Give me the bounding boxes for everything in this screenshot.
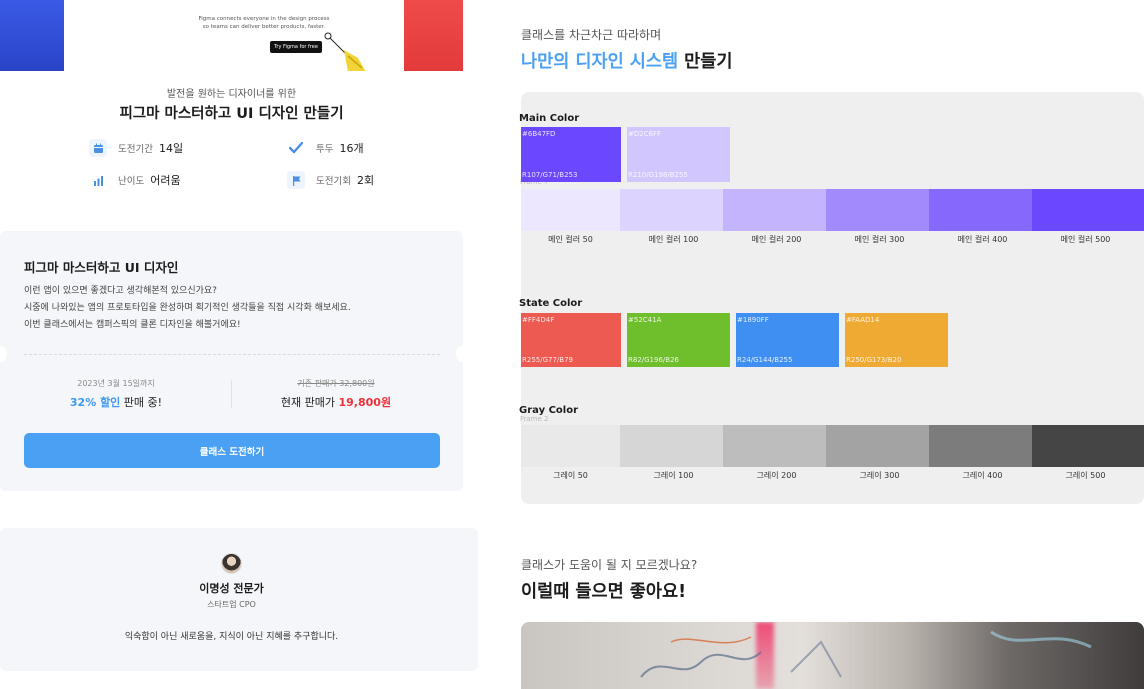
main-tone-label: 메인 컬러 400 — [957, 235, 1008, 244]
calendar-icon — [89, 139, 107, 157]
main-tone-swatch — [723, 189, 826, 231]
meta-label: 난이도 — [118, 176, 145, 187]
main-color-title: Main Color — [519, 113, 580, 124]
try-figma-button[interactable]: Try Figma for free — [270, 41, 322, 53]
course-description-line: 시중에 나와있는 앱의 프로토타입을 완성하며 획기적인 생각들을 직접 시각화… — [24, 303, 351, 313]
swatch-hex: #1890FF — [737, 316, 769, 324]
frame-label: Frame 2 — [520, 415, 549, 423]
discount-text: 32% 할인 판매 중! — [24, 394, 208, 410]
meta-label: 투두 — [316, 144, 334, 155]
discount-percent: 32% 할인 — [69, 396, 121, 409]
swatch-rgb: R255/G77/B79 — [522, 356, 573, 364]
pen-tool-icon — [324, 32, 366, 71]
state-color-title: State Color — [519, 298, 583, 309]
main-tone-label: 메인 컬러 200 — [751, 235, 802, 244]
state-swatch-info: #1890FF R24/G144/B255 — [736, 313, 839, 367]
hero-right-panel — [404, 0, 463, 71]
state-swatch-error: #FF4D4F R255/G77/B79 — [521, 313, 621, 367]
bar-chart-icon — [89, 171, 107, 189]
current-price: 현재 판매가 19,800원 — [232, 394, 440, 410]
avatar[interactable] — [221, 553, 242, 574]
swatch-hex: #FF4D4F — [522, 316, 555, 324]
gray-tone-swatch — [1032, 425, 1144, 467]
course-title: 피그마 마스터하고 UI 디자인 — [24, 260, 179, 275]
swatch-rgb: R82/G196/B26 — [628, 356, 679, 364]
gray-tone-label: 그레이 300 — [859, 471, 900, 480]
hero-subtitle-line: Figma connects everyone in the design pr… — [198, 16, 330, 22]
intro-title: 피그마 마스터하고 UI 디자인 만들기 — [119, 106, 344, 122]
flag-icon — [287, 171, 305, 189]
hero-center-panel: Figma connects everyone in the design pr… — [64, 0, 404, 71]
current-price-prefix: 현재 판매가 — [280, 396, 339, 409]
whiteboard-photo — [521, 622, 1144, 689]
gray-tone-swatch — [826, 425, 929, 467]
ticket-divider — [24, 354, 440, 355]
state-swatch-success: #52C41A R82/G196/B26 — [627, 313, 730, 367]
expert-role: 스타트업 CPO — [207, 600, 256, 609]
main-tone-label: 메인 컬러 500 — [1060, 235, 1111, 244]
main-tone-swatch — [521, 189, 620, 231]
main-swatch-secondary: #D2C6FF R210/G198/B255 — [627, 127, 730, 182]
expert-quote: 익숙함이 아닌 새로움을, 지식이 아닌 지혜를 추구합니다. — [124, 632, 339, 642]
swatch-rgb: R24/G144/B255 — [737, 356, 793, 364]
meta-chances: 도전기회 2회 — [287, 171, 374, 189]
meta-label: 도전기간 — [118, 144, 153, 155]
expert-name: 이명성 전문가 — [199, 582, 264, 595]
meta-value: 2회 — [356, 174, 375, 187]
hero-left-panel — [0, 0, 64, 71]
course-description-line: 이런 앱이 있으면 좋겠다고 생각해본적 있으신가요? — [24, 286, 217, 296]
gray-tone-swatch — [521, 425, 620, 467]
check-icon — [287, 139, 305, 157]
main-tone-swatch — [620, 189, 723, 231]
meta-value: 14일 — [158, 142, 184, 155]
gray-tone-swatch — [723, 425, 826, 467]
swatch-rgb: R210/G198/B255 — [628, 171, 688, 179]
gray-tone-label: 그레이 200 — [756, 471, 797, 480]
meta-value: 16개 — [339, 142, 364, 155]
gray-tone-label: 그레이 400 — [962, 471, 1003, 480]
design-system-title-highlight: 나만의 디자인 시스템 — [521, 52, 679, 72]
gray-tone-label: 그레이 100 — [653, 471, 694, 480]
current-price-value: 19,800원 — [338, 396, 392, 409]
sale-deadline: 2023년 3월 15일까지 — [77, 379, 155, 388]
main-tone-swatch — [1032, 189, 1144, 231]
help-eyebrow: 클래스가 도움이 될 지 모르겠나요? — [521, 558, 698, 572]
gray-tone-swatch — [620, 425, 723, 467]
swatch-hex: #6B47FD — [522, 130, 556, 138]
main-tone-swatch — [929, 189, 1032, 231]
swatch-hex: #FAAD14 — [846, 316, 880, 324]
swatch-hex: #D2C6FF — [628, 130, 662, 138]
ticket-notch — [456, 346, 470, 362]
page: Figma connects everyone in the design pr… — [0, 0, 1144, 689]
main-tone-label: 메인 컬러 50 — [548, 235, 593, 244]
meta-todo: 투두 16개 — [287, 139, 364, 157]
gray-tone-label: 그레이 500 — [1065, 471, 1106, 480]
design-system-title: 나만의 디자인 시스템 만들기 — [521, 48, 733, 73]
discount-suffix: 판매 중! — [120, 396, 163, 409]
gray-tone-label: 그레이 50 — [553, 471, 588, 480]
main-tone-label: 메인 컬러 300 — [854, 235, 905, 244]
class-challenge-button[interactable]: 클래스 도전하기 — [24, 433, 440, 468]
main-tone-swatch — [826, 189, 929, 231]
design-system-eyebrow: 클래스를 차근차근 따라하며 — [521, 28, 662, 42]
state-swatch-warning: #FAAD14 R250/G173/B20 — [845, 313, 948, 367]
design-system-title-rest: 만들기 — [678, 52, 733, 72]
main-swatch-primary: #6B47FD R107/G71/B253 — [521, 127, 621, 182]
swatch-hex: #52C41A — [628, 316, 662, 324]
hero-banner: Figma connects everyone in the design pr… — [0, 0, 463, 71]
meta-difficulty: 난이도 어려움 — [89, 171, 181, 189]
meta-label: 도전기회 — [316, 176, 351, 187]
meta-value: 어려움 — [150, 174, 181, 187]
intro-eyebrow: 발전을 원하는 디자이너를 위한 — [166, 89, 297, 100]
main-tone-label: 메인 컬러 100 — [648, 235, 699, 244]
whiteboard-scribble — [640, 630, 1092, 678]
meta-period: 도전기간 14일 — [89, 139, 183, 157]
swatch-rgb: R107/G71/B253 — [522, 171, 578, 179]
course-description-line: 이번 클래스에서는 캠퍼스픽의 클론 디자인을 해볼거에요! — [24, 320, 241, 330]
original-price: 기존 판매가 32,800원 — [297, 379, 375, 388]
gray-tone-swatch — [929, 425, 1032, 467]
swatch-rgb: R250/G173/B20 — [846, 356, 902, 364]
help-title: 이럴때 들으면 좋아요! — [521, 582, 687, 602]
